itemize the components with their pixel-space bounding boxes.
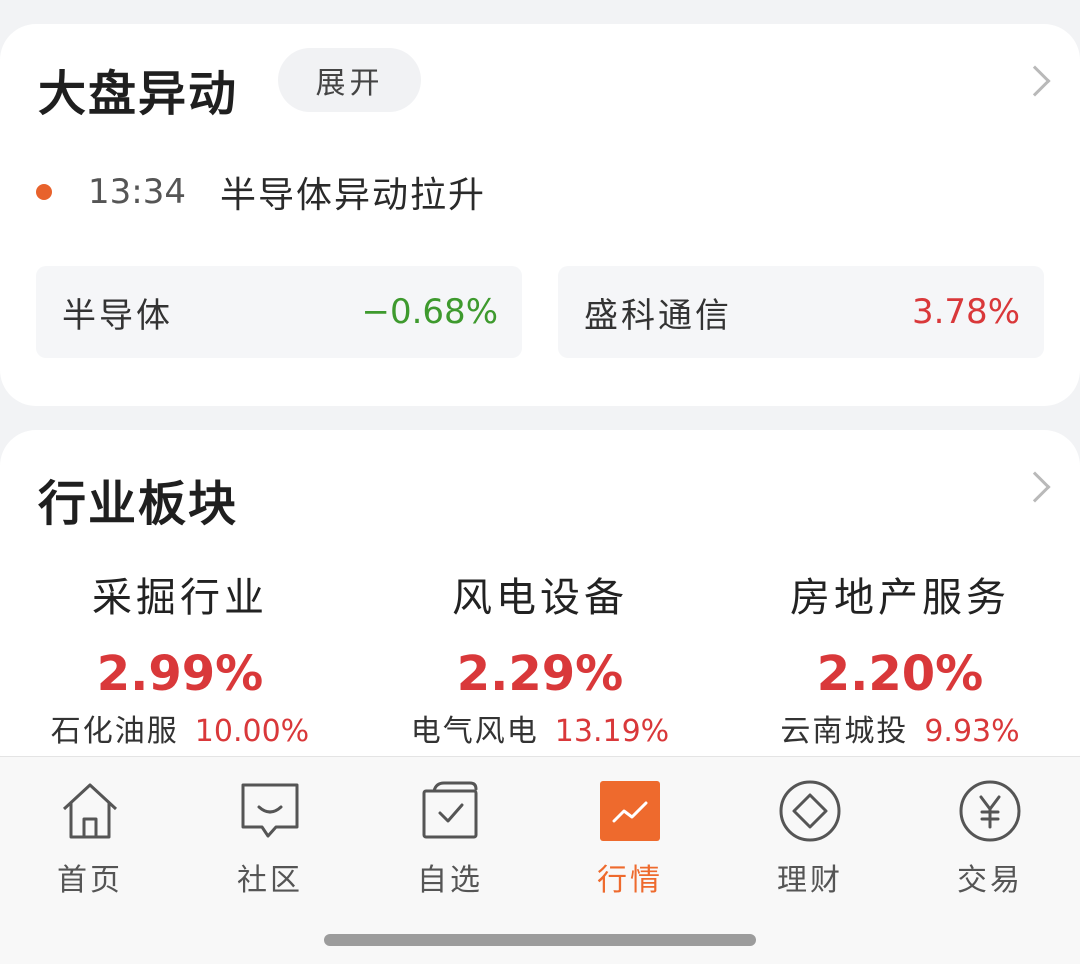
sector-name: 房地产服务 bbox=[790, 575, 1010, 621]
market-alert-title: 大盘异动 bbox=[38, 66, 239, 122]
nav-label: 理财 bbox=[777, 863, 843, 898]
nav-item-market[interactable]: 行情 bbox=[540, 779, 720, 899]
leader-change: 9.93% bbox=[924, 714, 1020, 749]
nav-item-wealth[interactable]: 理财 bbox=[720, 779, 900, 899]
sector-item[interactable]: 采掘行业 2.99% 石化油服 10.00% bbox=[0, 570, 360, 754]
stock-chip-semiconductor[interactable]: 半导体 −0.68% bbox=[36, 266, 522, 358]
stock-change: 3.78% bbox=[911, 292, 1020, 332]
nav-label: 自选 bbox=[417, 863, 483, 898]
home-icon bbox=[58, 779, 122, 843]
alert-item[interactable]: 13:34 半导体异动拉升 bbox=[36, 170, 486, 216]
leader-change: 13.19% bbox=[554, 714, 670, 749]
stock-change: −0.68% bbox=[361, 292, 499, 332]
industry-title: 行业板块 bbox=[38, 476, 239, 532]
alert-dot-icon bbox=[36, 184, 52, 200]
market-alert-card: 大盘异动 展开 13:34 半导体异动拉升 半导体 −0.68% 盛科通信 3.… bbox=[0, 24, 1080, 406]
stock-name: 盛科通信 bbox=[584, 295, 732, 336]
nav-label: 社区 bbox=[237, 863, 303, 898]
market-chart-icon bbox=[598, 779, 662, 843]
nav-item-home[interactable]: 首页 bbox=[0, 779, 180, 899]
sector-leader: 云南城投 9.93% bbox=[720, 710, 1080, 754]
sector-item[interactable]: 房地产服务 2.20% 云南城投 9.93% bbox=[720, 570, 1080, 754]
stock-name: 半导体 bbox=[62, 295, 173, 336]
sector-change: 2.20% bbox=[816, 646, 984, 702]
alert-text: 半导体异动拉升 bbox=[219, 175, 486, 216]
industry-sector-card: 行业板块 采掘行业 2.99% 石化油服 10.00% 风电设备 2.29% 电气… bbox=[0, 430, 1080, 790]
sector-change: 2.99% bbox=[96, 646, 264, 702]
stock-chip-shengke[interactable]: 盛科通信 3.78% bbox=[558, 266, 1044, 358]
sector-leader: 石化油服 10.00% bbox=[0, 710, 360, 754]
nav-item-trade[interactable]: 交易 bbox=[900, 779, 1080, 899]
leader-change: 10.00% bbox=[194, 714, 310, 749]
leader-name: 电气风电 bbox=[410, 714, 539, 749]
watchlist-icon bbox=[418, 779, 482, 843]
sector-change: 2.29% bbox=[456, 646, 624, 702]
expand-button[interactable]: 展开 bbox=[278, 48, 421, 112]
sector-name: 采掘行业 bbox=[92, 575, 268, 621]
sector-leader: 电气风电 13.19% bbox=[360, 710, 720, 754]
nav-label: 交易 bbox=[957, 863, 1023, 898]
home-indicator[interactable] bbox=[324, 934, 756, 946]
alert-time: 13:34 bbox=[88, 172, 186, 212]
nav-item-watchlist[interactable]: 自选 bbox=[360, 779, 540, 899]
sector-name: 风电设备 bbox=[452, 575, 628, 621]
sector-item[interactable]: 风电设备 2.29% 电气风电 13.19% bbox=[360, 570, 720, 754]
leader-name: 云南城投 bbox=[780, 714, 909, 749]
nav-item-community[interactable]: 社区 bbox=[180, 779, 360, 899]
nav-label: 首页 bbox=[57, 863, 123, 898]
leader-name: 石化油服 bbox=[50, 714, 179, 749]
chat-icon bbox=[238, 779, 302, 843]
yuan-icon bbox=[958, 779, 1022, 843]
nav-label: 行情 bbox=[597, 863, 663, 898]
chevron-right-icon[interactable] bbox=[1019, 65, 1051, 97]
bottom-nav: 首页 社区 自选 行情 理财 交易 bbox=[0, 756, 1080, 964]
chevron-right-icon[interactable] bbox=[1019, 471, 1051, 503]
wealth-diamond-icon bbox=[778, 779, 842, 843]
